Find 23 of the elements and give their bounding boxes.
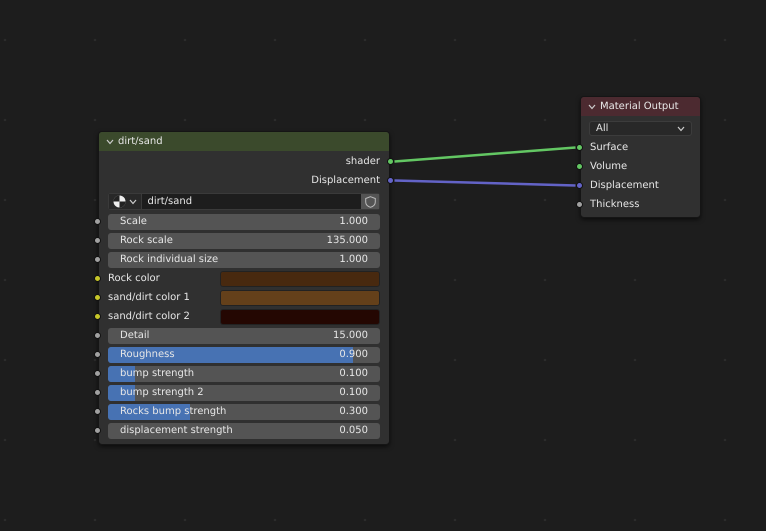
caret-icon[interactable]	[677, 126, 685, 132]
socket-label: Surface	[590, 141, 628, 155]
number-field[interactable]: Rock scale 135.000	[108, 232, 380, 248]
node-title: Material Output	[600, 100, 679, 114]
input-label: Rock color	[108, 272, 160, 286]
socket-label: Displacement	[590, 179, 659, 193]
node-title: dirt/sand	[118, 135, 163, 149]
chevron-icon[interactable]	[106, 138, 114, 144]
number-field[interactable]: Rock individual size 1.000	[108, 252, 380, 268]
socket-label: Thickness	[590, 198, 640, 212]
socket-label: shader	[346, 155, 380, 169]
color-swatch[interactable]	[220, 270, 380, 286]
socket-label: Volume	[590, 160, 628, 174]
input-label: sand/dirt color 1	[108, 291, 190, 305]
number-field[interactable]: displacement strength 0.050	[108, 422, 380, 438]
chevron-icon[interactable]	[588, 104, 596, 110]
color-swatch[interactable]	[220, 308, 380, 324]
number-field[interactable]: Scale 1.000	[108, 214, 380, 230]
socket-label: Displacement	[311, 174, 380, 188]
color-swatch[interactable]	[220, 290, 380, 306]
target-dropdown[interactable]: All	[589, 121, 692, 136]
input-label: sand/dirt color 2	[108, 310, 190, 324]
number-field[interactable]: Detail 15.000	[108, 328, 380, 344]
